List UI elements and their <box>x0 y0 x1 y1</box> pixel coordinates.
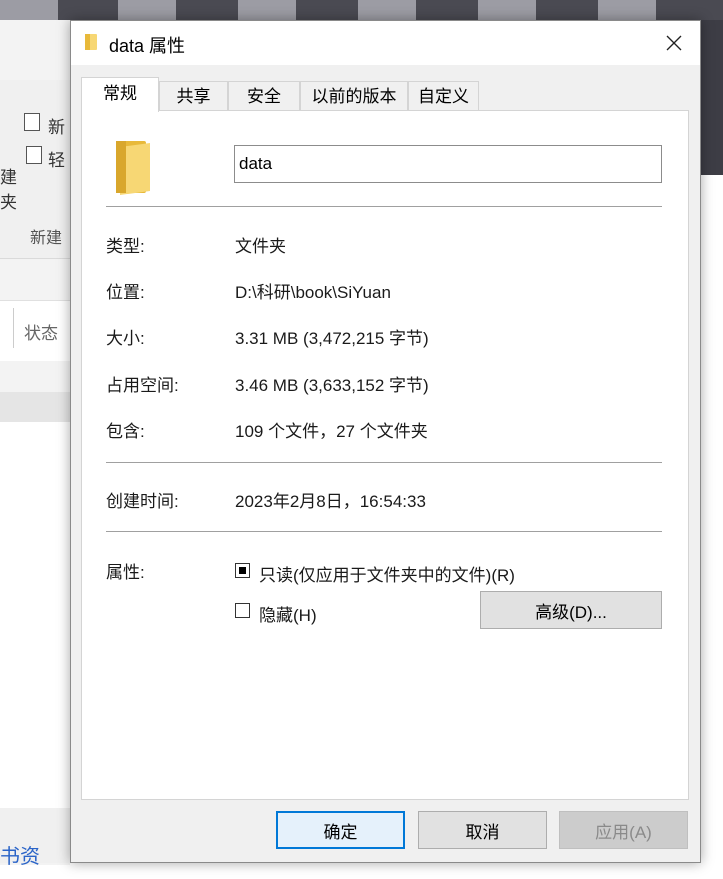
copy-path-icon[interactable] <box>24 113 40 131</box>
file-list-content <box>0 422 70 808</box>
readonly-label[interactable]: 只读(仅应用于文件夹中的文件)(R) <box>259 561 515 586</box>
file-list-selection-band <box>0 392 70 422</box>
hidden-label[interactable]: 隐藏(H) <box>259 601 317 626</box>
close-icon <box>666 35 682 51</box>
tab-security[interactable]: 安全 <box>228 81 300 111</box>
desktop-bottom-strip <box>0 865 723 879</box>
attributes-label: 属性: <box>106 563 145 582</box>
tab-general[interactable]: 常规 <box>81 77 159 112</box>
divider-3 <box>106 531 662 532</box>
divider-1 <box>106 206 662 207</box>
easy-access-icon[interactable] <box>26 146 42 164</box>
contains-value: 109 个文件，27 个文件夹 <box>235 422 428 441</box>
created-value: 2023年2月8日，16:54:33 <box>235 492 426 511</box>
general-tab-panel: 类型: 文件夹 位置: D:\科研\book\SiYuan 大小: 3.31 M… <box>81 110 689 800</box>
desktop-right-strip <box>699 20 723 175</box>
folder-icon <box>85 33 97 51</box>
dialog-title: data 属性 <box>109 36 186 56</box>
size-on-disk-label: 占用空间: <box>106 376 179 395</box>
large-folder-icon <box>114 141 152 195</box>
tab-strip: 常规 共享 安全 以前的版本 自定义 <box>81 77 681 112</box>
ribbon-group-label: 新建 <box>30 230 63 247</box>
size-value: 3.31 MB (3,472,215 字节) <box>235 329 429 348</box>
column-separator <box>13 308 14 348</box>
contains-label: 包含: <box>106 422 145 441</box>
ribbon-new-folder-part1[interactable]: 建 <box>0 163 17 188</box>
apply-button[interactable]: 应用(A) <box>559 811 688 849</box>
cancel-button[interactable]: 取消 <box>418 811 547 849</box>
tab-sharing[interactable]: 共享 <box>159 81 228 111</box>
ribbon-new-folder-part2[interactable]: 夹 <box>0 188 17 213</box>
folder-name-input[interactable] <box>234 145 662 183</box>
type-value: 文件夹 <box>235 237 286 256</box>
tab-previous-versions[interactable]: 以前的版本 <box>300 81 408 111</box>
properties-dialog: data 属性 常规 共享 安全 以前的版本 自定义 类型: 文件夹 位置: D… <box>70 20 701 863</box>
ribbon-new-item[interactable]: 新 <box>48 113 65 138</box>
location-value: D:\科研\book\SiYuan <box>235 283 391 302</box>
column-header-status[interactable]: 状态 <box>24 319 58 344</box>
desktop-top-strip <box>0 0 723 20</box>
close-button[interactable] <box>654 27 694 59</box>
ribbon-easy-access[interactable]: 轻 <box>48 146 65 171</box>
tab-customize[interactable]: 自定义 <box>408 81 479 111</box>
size-label: 大小: <box>106 329 145 348</box>
created-label: 创建时间: <box>106 492 179 511</box>
readonly-checkbox[interactable] <box>235 563 250 578</box>
type-label: 类型: <box>106 237 145 256</box>
hidden-checkbox[interactable] <box>235 603 250 618</box>
location-label: 位置: <box>106 283 145 302</box>
ok-button[interactable]: 确定 <box>276 811 405 849</box>
divider-2 <box>106 462 662 463</box>
size-on-disk-value: 3.46 MB (3,633,152 字节) <box>235 376 429 395</box>
dialog-titlebar[interactable]: data 属性 <box>71 21 700 65</box>
advanced-button[interactable]: 高级(D)... <box>480 591 662 629</box>
